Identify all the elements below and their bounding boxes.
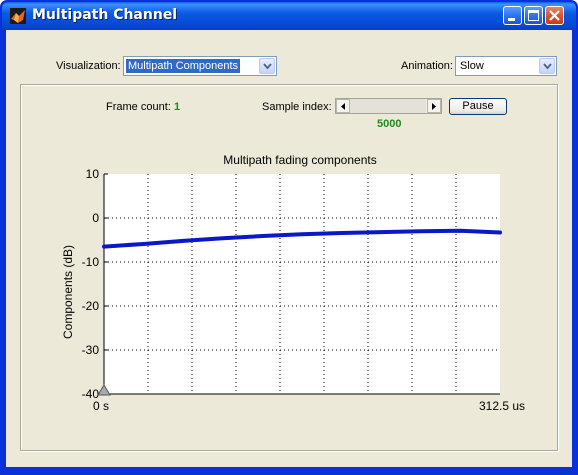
matlab-logo-icon — [10, 8, 26, 24]
y-axis-label: Components (dB) — [61, 245, 75, 339]
minimize-icon — [508, 18, 515, 21]
y-tick-label: 10 — [86, 167, 100, 181]
plot-area: 100-10-20-30-400 s 312.5 us — [82, 167, 525, 413]
plot-background — [104, 174, 500, 394]
x-tick-label: 0 s — [93, 399, 109, 413]
chart-title: Multipath fading components — [223, 153, 376, 167]
maximize-icon — [528, 10, 539, 21]
y-tick-label: 0 — [92, 211, 99, 225]
y-tick-label: -20 — [82, 299, 100, 313]
close-icon — [549, 10, 560, 21]
application-window: Multipath Channel Visualization: Multipa… — [0, 0, 578, 475]
x-tick-label: 312.5 us — [479, 399, 525, 413]
minimize-button[interactable] — [503, 6, 522, 25]
client-area: Visualization: Multipath Components Anim… — [6, 30, 572, 467]
maximize-button[interactable] — [524, 6, 543, 25]
window-title: Multipath Channel — [32, 7, 178, 23]
close-button[interactable] — [545, 6, 564, 25]
multipath-chart: Multipath fading components Components (… — [61, 153, 525, 413]
y-tick-label: -10 — [82, 255, 100, 269]
title-bar[interactable]: Multipath Channel — [2, 2, 576, 30]
y-tick-label: -30 — [82, 343, 100, 357]
